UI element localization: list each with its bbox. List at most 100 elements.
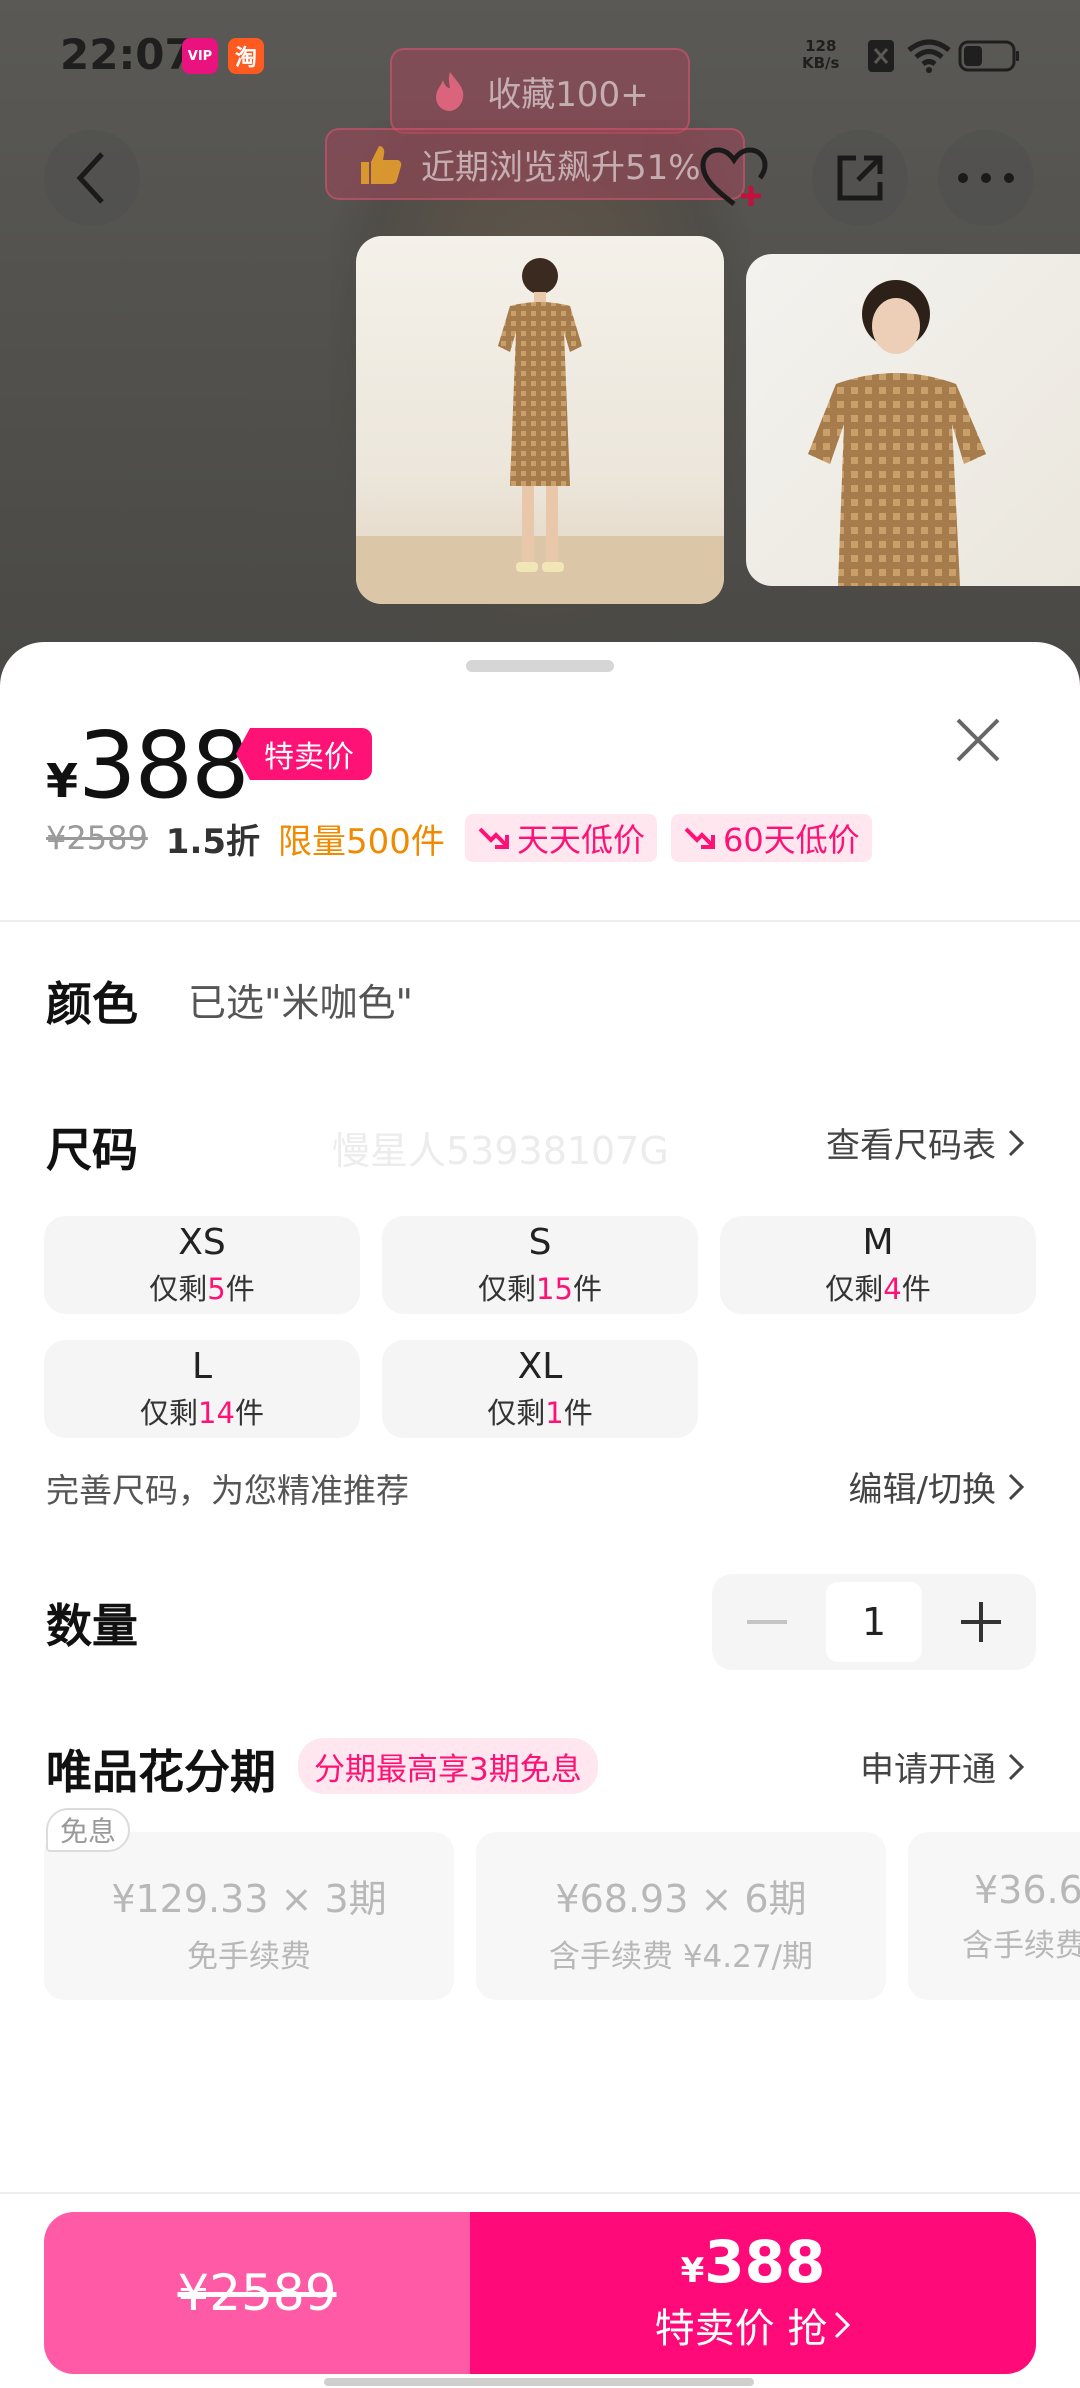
buy-action-text: 特卖价 抢 [654, 2306, 828, 2352]
size-stock: 仅剩15件 [478, 1272, 602, 1306]
size-option-label: L [191, 1346, 213, 1387]
apply-installment-link[interactable]: 申请开通 [860, 1742, 1026, 1791]
flame-icon [436, 72, 464, 111]
color-selected-value[interactable]: 已选"米咖色" [188, 972, 413, 1027]
share-button[interactable] [812, 130, 908, 226]
close-button[interactable] [950, 712, 1006, 768]
battery-icon [958, 40, 1019, 72]
size-stock: 仅剩14件 [140, 1396, 264, 1430]
network-speed-value: 128 [805, 37, 837, 55]
special-price-tag: 特卖价 [236, 728, 372, 780]
close-icon [956, 718, 1000, 762]
trend-down-icon [684, 827, 715, 849]
currency-symbol: ¥ [46, 754, 79, 808]
current-price: ¥ 388 [46, 712, 250, 819]
size-option-label: XL [517, 1346, 563, 1387]
quantity-label: 数量 [46, 1599, 138, 1653]
installment-fee: 免手续费 [187, 1939, 311, 1975]
views-toast-text: 近期浏览飙升51% [421, 147, 701, 188]
chevron-left-icon [76, 152, 104, 204]
price-detail-row: ¥2589 1.5折 限量500件 天天低价 60天低价 [46, 812, 886, 864]
size-option-m[interactable]: M 仅剩4件 [720, 1216, 1036, 1314]
favorite-button[interactable] [686, 130, 782, 226]
size-option-label: XS [178, 1222, 226, 1263]
chevron-right-icon [835, 2311, 851, 2339]
size-stock: 仅剩4件 [825, 1272, 931, 1306]
product-image-half-body[interactable] [746, 254, 1080, 586]
chevron-right-icon [1008, 1753, 1025, 1780]
thumbs-up-icon [361, 146, 402, 184]
buy-bar: ¥2589 ¥388 特卖价 抢 [44, 2212, 1036, 2374]
edit-size-link[interactable]: 编辑/切换 [849, 1462, 1026, 1511]
model-full-body-illustration [356, 258, 724, 604]
installment-amount: ¥36.6 [974, 1868, 1080, 1912]
chevron-right-icon [1008, 1129, 1025, 1156]
quantity-decrease-button[interactable] [712, 1574, 822, 1670]
buy-bar-price: ¥388 [680, 2228, 826, 2296]
installment-amount: ¥68.93 × 6期 [555, 1877, 807, 1921]
size-option-s[interactable]: S 仅剩15件 [382, 1216, 698, 1314]
minus-icon [747, 1620, 787, 1624]
interest-free-badge: 免息 [46, 1808, 131, 1852]
apply-installment-text: 申请开通 [860, 1750, 996, 1790]
size-option-label: S [528, 1222, 552, 1263]
sku-selection-sheet: ¥ 388 特卖价 ¥2589 1.5折 限量500件 天天低价 60天低价 颜… [0, 642, 1080, 2388]
quantity-increase-button[interactable] [926, 1574, 1036, 1670]
daily-low-price-text: 天天低价 [516, 821, 645, 859]
wifi-icon [907, 39, 951, 73]
back-button[interactable] [44, 130, 140, 226]
installment-fee: 含手续费 ¥4.27/期 [548, 1939, 814, 1975]
daily-low-price-tag: 天天低价 [464, 814, 657, 862]
sixty-day-low-price-text: 60天低价 [722, 821, 860, 859]
product-gallery-background: 22:07 VIP 淘 128 KB/s 收藏100+ 近期浏览飙升51% [0, 0, 1080, 660]
buy-bar-original-price: ¥2589 [177, 2264, 337, 2322]
installment-plan-6[interactable]: ¥68.93 × 6期 含手续费 ¥4.27/期 [476, 1832, 886, 2000]
taobao-app-icon: 淘 [228, 38, 264, 74]
sixty-day-low-price-tag: 60天低价 [670, 814, 872, 862]
heart-add-icon [700, 147, 768, 206]
installment-fee: 含手续费 [962, 1928, 1080, 1964]
installment-plan-12[interactable]: ¥36.6 含手续费 [908, 1832, 1080, 2000]
price-value: 388 [78, 712, 250, 819]
network-speed: 128 KB/s [802, 38, 839, 72]
views-toast: 近期浏览飙升51% [325, 128, 745, 200]
size-label: 尺码 [46, 1123, 138, 1177]
size-option-l[interactable]: L 仅剩14件 [44, 1340, 360, 1438]
sheet-drag-handle[interactable] [466, 660, 614, 672]
size-chart-link[interactable]: 查看尺码表 [826, 1118, 1026, 1167]
size-chart-link-text: 查看尺码表 [826, 1126, 996, 1166]
more-button[interactable] [938, 130, 1034, 226]
size-option-label: M [862, 1222, 894, 1263]
product-image-full-body[interactable] [356, 236, 724, 604]
color-label: 颜色 [46, 977, 138, 1031]
user-watermark: 慢星人53938107G [332, 1129, 669, 1173]
original-price-panel: ¥2589 [44, 2212, 470, 2374]
bottom-divider [0, 2192, 1080, 2194]
favorites-toast-text: 收藏100+ [487, 74, 649, 115]
size-option-xl[interactable]: XL 仅剩1件 [382, 1340, 698, 1438]
buy-action: 特卖价 抢 [470, 2296, 1036, 2354]
size-recommend-text: 完善尺码，为您精准推荐 [46, 1471, 409, 1510]
network-speed-unit: KB/s [802, 54, 840, 72]
model-half-body-illustration [808, 280, 986, 586]
home-indicator[interactable] [324, 2378, 754, 2386]
status-time: 22:07 [60, 30, 194, 79]
discount-label: 1.5折 [165, 821, 261, 862]
size-stock: 仅剩1件 [487, 1396, 593, 1430]
plus-icon [961, 1602, 1001, 1642]
limited-quantity-label: 限量500件 [278, 821, 445, 862]
installment-plan-3[interactable]: ¥129.33 × 3期 免手续费 [44, 1832, 454, 2000]
buy-now-button[interactable]: ¥388 特卖价 抢 [470, 2212, 1036, 2374]
installment-label: 唯品花分期 [46, 1745, 276, 1799]
chevron-right-icon [1008, 1473, 1025, 1500]
size-option-xs[interactable]: XS 仅剩5件 [44, 1216, 360, 1314]
more-dots-icon [958, 173, 1014, 183]
vip-app-icon: VIP [182, 38, 218, 74]
installment-promo-tag: 分期最高享3期免息 [298, 1738, 598, 1794]
favorites-toast: 收藏100+ [390, 48, 690, 134]
trend-down-icon [478, 827, 509, 849]
sim-off-icon [868, 40, 894, 72]
quantity-value[interactable]: 1 [826, 1582, 922, 1662]
share-icon [837, 155, 883, 201]
section-divider [0, 920, 1080, 922]
